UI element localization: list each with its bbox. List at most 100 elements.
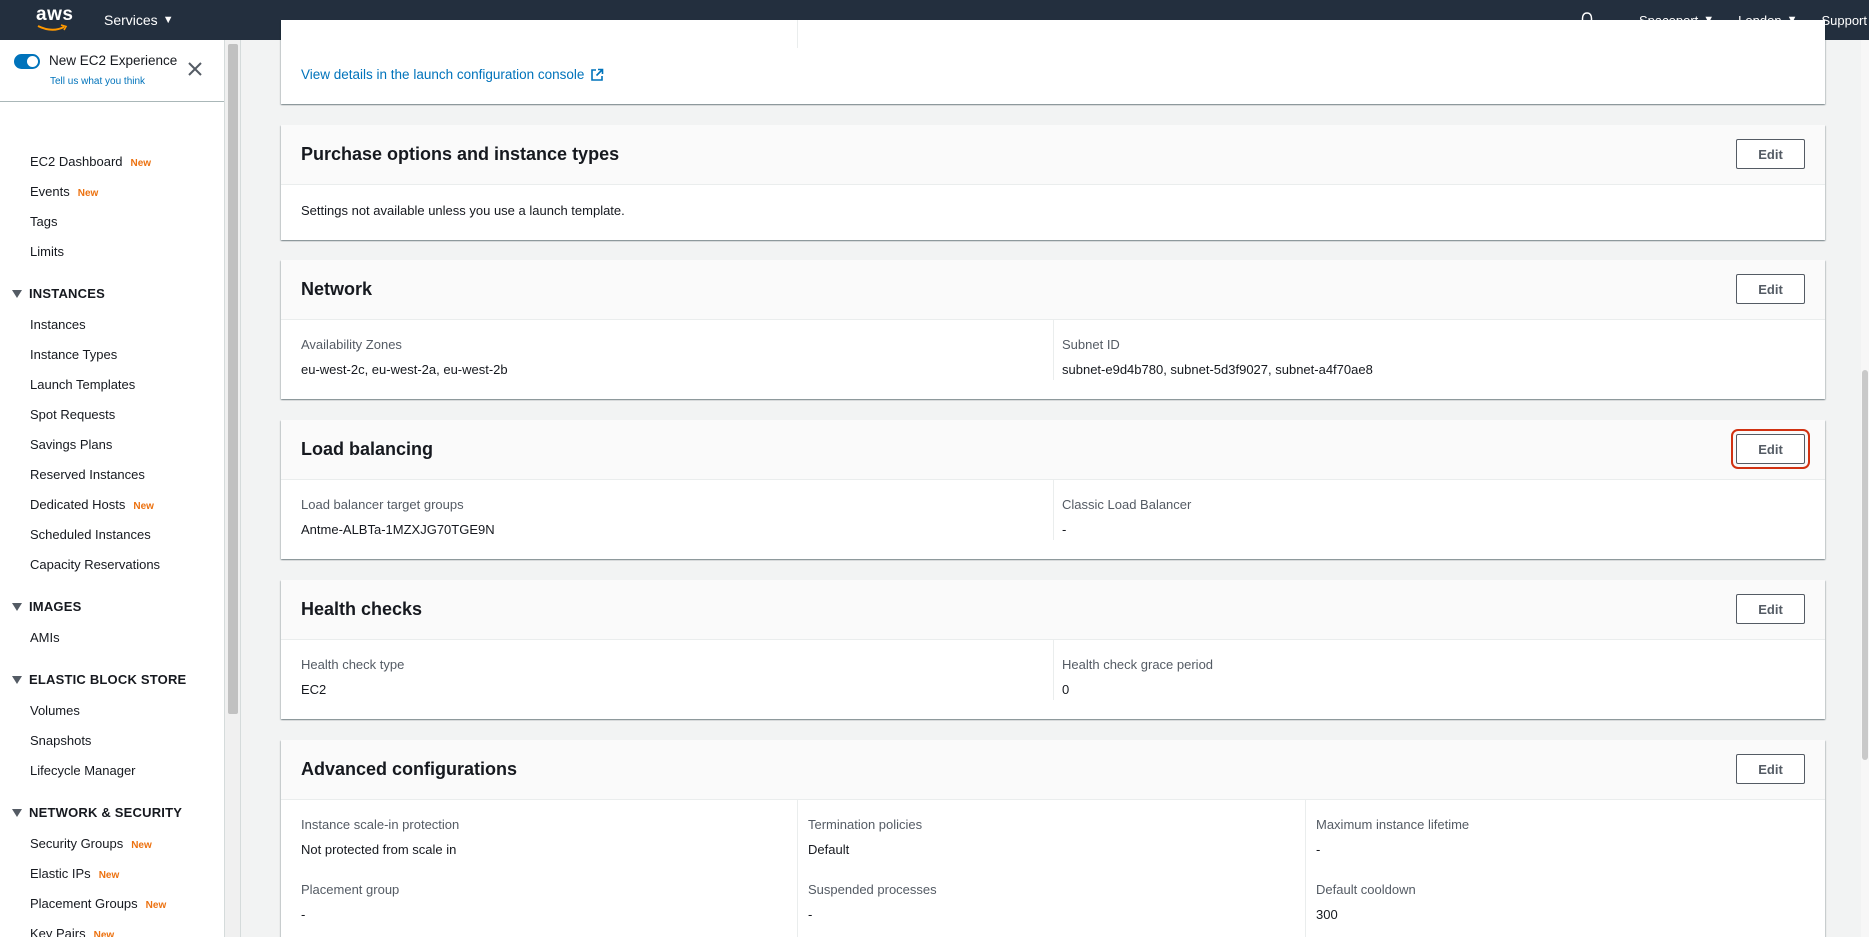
panel-title: Load balancing [301, 439, 434, 459]
purchase-options-text: Settings not available unless you use a … [301, 203, 625, 218]
toggle-knob [27, 56, 38, 67]
termination-policies-label: Termination policies [808, 817, 923, 832]
sidebar-item-label: Spot Requests [30, 407, 116, 422]
sidebar-item-limits[interactable]: Limits [30, 244, 64, 259]
subnet-id-value: subnet-e9d4b780, subnet-5d3f9027, subnet… [1062, 362, 1373, 377]
sidebar-section-instances[interactable]: INSTANCES [12, 286, 105, 301]
advanced-configurations-edit-button[interactable]: Edit [1736, 754, 1805, 784]
panel-header: Advanced configurations Edit [281, 740, 1825, 800]
purchase-options-edit-button[interactable]: Edit [1736, 139, 1805, 169]
purchase-options-panel: Purchase options and instance types Edit… [281, 125, 1825, 240]
sidebar-item-label: Limits [30, 244, 64, 259]
sidebar-scrollbar[interactable] [225, 40, 241, 937]
new-badge: New [145, 900, 167, 911]
sidebar-item-label: Tags [30, 214, 58, 229]
sidebar-item-label: Launch Templates [30, 377, 136, 392]
sidebar-item-security-groups[interactable]: Security Groups New [30, 836, 152, 851]
sidebar-item-label: Lifecycle Manager [30, 763, 136, 778]
sidebar-section-elastic-block-store[interactable]: ELASTIC BLOCK STORE [12, 672, 186, 687]
page-scrollbar-thumb[interactable] [1862, 370, 1868, 760]
sidebar-item-label: Snapshots [30, 733, 92, 748]
sidebar-item-label: EC2 Dashboard [30, 154, 123, 169]
sidebar-item-label: Volumes [30, 703, 80, 718]
launch-config-console-link[interactable]: View details in the launch configuration… [301, 67, 604, 82]
sidebar-item-instance-types[interactable]: Instance Types [30, 347, 117, 362]
sidebar-item-ec2-dashboard[interactable]: EC2 Dashboard New [30, 154, 151, 169]
sidebar-scrollbar-thumb[interactable] [228, 44, 238, 714]
feedback-link[interactable]: Tell us what you think [50, 76, 145, 87]
aws-logo[interactable]: aws [36, 5, 73, 34]
sidebar-item-label: Capacity Reservations [30, 557, 161, 572]
sidebar-item-instances[interactable]: Instances [30, 317, 86, 332]
new-badge: New [131, 840, 152, 851]
sidebar-item-snapshots[interactable]: Snapshots [30, 733, 91, 748]
sidebar-item-capacity-reservations[interactable]: Capacity Reservations [30, 557, 160, 572]
sidebar-section-title: IMAGES [29, 599, 82, 614]
sidebar-item-amis[interactable]: AMIs [30, 630, 60, 645]
suspended-processes-value: - [808, 907, 813, 922]
new-badge: New [130, 158, 152, 169]
new-badge: New [93, 930, 115, 937]
sidebar-item-scheduled-instances[interactable]: Scheduled Instances [30, 527, 151, 542]
health-check-grace-label: Health check grace period [1062, 657, 1214, 672]
new-badge: New [133, 501, 154, 512]
health-checks-panel: Health checks Edit Health check type EC2… [281, 580, 1825, 719]
close-banner-button[interactable] [186, 60, 204, 78]
new-experience-toggle[interactable] [14, 54, 40, 69]
new-experience-banner: New EC2 Experience Tell us what you thin… [0, 40, 224, 102]
subnet-id-label: Subnet ID [1062, 337, 1120, 352]
sidebar-item-label: Dedicated Hosts [30, 497, 126, 512]
sidebar-item-label: Placement Groups [30, 896, 138, 911]
sidebar-item-lifecycle-manager[interactable]: Lifecycle Manager [30, 763, 136, 778]
sidebar-item-label: Events [30, 184, 70, 199]
sidebar-section-title: INSTANCES [29, 286, 105, 301]
target-groups-label: Load balancer target groups [301, 497, 464, 512]
sidebar-item-placement-groups[interactable]: Placement Groups New [30, 896, 166, 911]
close-icon [188, 62, 202, 76]
sidebar-item-label: Instance Types [30, 347, 118, 362]
default-cooldown-label: Default cooldown [1316, 882, 1416, 897]
sidebar-item-label: Savings Plans [30, 437, 113, 452]
sidebar-item-events[interactable]: Events New [30, 184, 98, 199]
suspended-processes-label: Suspended processes [808, 882, 937, 897]
sidebar-item-launch-templates[interactable]: Launch Templates [30, 377, 135, 392]
sidebar-item-label: Reserved Instances [30, 467, 145, 482]
load-balancing-edit-button[interactable]: Edit [1731, 429, 1810, 469]
default-cooldown-value: 300 [1316, 907, 1338, 922]
launch-configuration-panel: View details in the launch configuration… [281, 20, 1825, 104]
termination-policies-value: Default [808, 842, 850, 857]
health-check-grace-value: 0 [1062, 682, 1070, 697]
services-label: Services [104, 12, 158, 28]
max-instance-lifetime-label: Maximum instance lifetime [1316, 817, 1470, 832]
sidebar-section-title: ELASTIC BLOCK STORE [29, 672, 187, 687]
sidebar-item-savings-plans[interactable]: Savings Plans [30, 437, 112, 452]
sidebar-item-spot-requests[interactable]: Spot Requests [30, 407, 115, 422]
sidebar-item-elastic-ips[interactable]: Elastic IPs New [30, 866, 119, 881]
network-edit-button[interactable]: Edit [1736, 274, 1805, 304]
column-divider [1053, 320, 1054, 380]
page-scrollbar[interactable] [1861, 40, 1869, 937]
new-badge: New [77, 188, 99, 199]
caret-down-icon [12, 675, 22, 684]
health-check-type-label: Health check type [301, 657, 405, 672]
classic-load-balancer-label: Classic Load Balancer [1062, 497, 1192, 512]
sidebar: New EC2 Experience Tell us what you thin… [0, 40, 225, 937]
sidebar-item-dedicated-hosts[interactable]: Dedicated Hosts New [30, 497, 154, 512]
sidebar-section-images[interactable]: IMAGES [12, 599, 81, 614]
column-divider [1053, 640, 1054, 700]
sidebar-item-volumes[interactable]: Volumes [30, 703, 80, 718]
sidebar-section-network-and-security[interactable]: NETWORK & SECURITY [12, 805, 182, 820]
placement-group-value: - [301, 907, 306, 922]
column-divider [1053, 480, 1054, 540]
sidebar-item-label: Instances [30, 317, 86, 332]
sidebar-item-tags[interactable]: Tags [30, 214, 57, 229]
panel-title: Advanced configurations [301, 759, 518, 779]
services-menu[interactable]: Services ▼ [104, 12, 174, 28]
availability-zones-label: Availability Zones [301, 337, 402, 352]
health-checks-edit-button[interactable]: Edit [1736, 594, 1805, 624]
support-menu[interactable]: Support [1821, 13, 1867, 28]
sidebar-item-reserved-instances[interactable]: Reserved Instances [30, 467, 145, 482]
sidebar-item-key-pairs[interactable]: Key Pairs New [30, 926, 114, 937]
external-link-icon [591, 68, 604, 81]
column-divider [1305, 800, 1306, 937]
